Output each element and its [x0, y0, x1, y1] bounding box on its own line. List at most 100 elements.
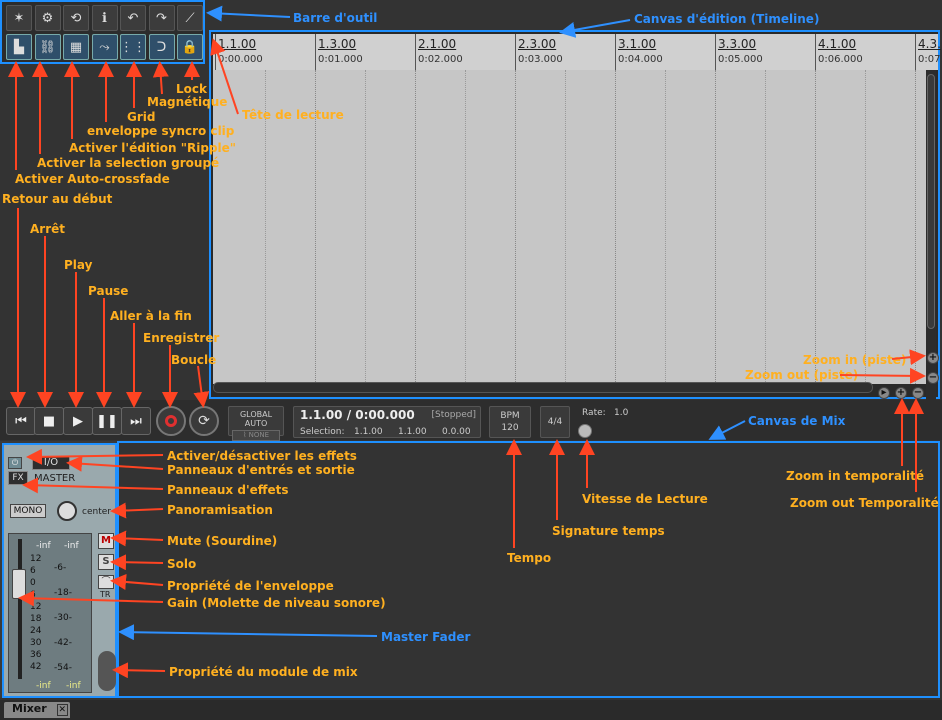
toolbar-button-auto-crossfade[interactable]: ▙	[6, 34, 32, 60]
toolbar-button-new-item[interactable]: ✶	[6, 5, 32, 31]
fx-button[interactable]: FX	[8, 471, 28, 485]
meter-scale-label: 0	[30, 578, 36, 588]
toolbar-button-grid[interactable]: ⋮⋮	[120, 34, 146, 60]
annotation-fx-toggle: Activer/désactiver les effets	[167, 449, 357, 463]
toolbar-button-loop-item[interactable]: ⟲	[63, 5, 89, 31]
toolbar-button-envelope-sync[interactable]: ⤳	[91, 34, 118, 60]
selection-label: Selection:	[300, 427, 345, 437]
mixer-tab[interactable]: Mixer ✕	[4, 702, 70, 718]
position-panel[interactable]: 1.1.00 / 0:00.000 [Stopped] Selection: 1…	[293, 406, 481, 438]
time-signature-panel[interactable]: 4/4	[540, 406, 570, 438]
vertical-scrollbar[interactable]	[926, 70, 936, 400]
mono-label: MONO	[13, 506, 43, 516]
loop-icon: ⟳	[198, 413, 210, 429]
toolbar-button-lock[interactable]: 🔒	[177, 34, 203, 60]
annotation-envelope-sync: enveloppe syncro clip	[87, 124, 235, 138]
item-settings-icon: ⚙	[41, 10, 54, 26]
annotation-fx-panel: Panneaux d'effets	[167, 483, 289, 497]
undo-red-icon: ↶	[127, 10, 139, 26]
pause-icon: ❚❚	[96, 413, 118, 429]
fx-toggle-button[interactable]: ⏻	[8, 457, 22, 469]
envelope-button[interactable]: ⌒	[98, 575, 114, 589]
auto-crossfade-icon: ▙	[14, 39, 24, 55]
annotation-io-panel: Panneaux d'entrés et sortie	[167, 463, 355, 477]
ruler-time-label: 0:01.000	[318, 54, 363, 65]
io-button[interactable]: I/O	[32, 456, 70, 470]
meter-scale-label: -42-	[54, 638, 72, 648]
global-auto-panel[interactable]: GLOBAL AUTO ⌇ NONE	[228, 406, 284, 441]
pan-knob[interactable]	[57, 501, 77, 521]
ruler-bar-label: 2.3.00	[518, 37, 557, 51]
selection-start[interactable]: 1.1.00	[354, 427, 383, 437]
record-button[interactable]	[156, 406, 186, 436]
annotation-loop: Boucle	[171, 353, 217, 367]
ruler-bar-label: 2.1.00	[418, 37, 457, 51]
annotation-mute: Mute (Sourdine)	[167, 534, 278, 548]
toolbar-button-snap[interactable]: ᑐ	[148, 34, 175, 60]
annotation-tempo: Tempo	[507, 551, 552, 565]
annotation-master-fader: Master Fader	[381, 630, 471, 644]
meter-scale-label: 12	[30, 602, 42, 612]
toolbar-button-group-selection[interactable]: ⛓	[34, 34, 61, 60]
playrate-panel[interactable]: Rate: 1.0	[578, 406, 636, 422]
toolbar-button-undo-red[interactable]: ↶	[120, 5, 146, 31]
envelope-icon: ⌒	[101, 577, 111, 587]
annotation-snap: Magnétique	[147, 95, 228, 109]
ruler-time-label: 0:03.000	[518, 54, 563, 65]
grid-line	[915, 70, 916, 384]
toolbar-button-ramp[interactable]: ⟋	[177, 5, 203, 31]
global-auto-label: GLOBAL AUTO	[239, 410, 273, 428]
ruler-tick: 1.1.00 0:00.000	[215, 34, 263, 70]
gain-fader-handle[interactable]	[12, 569, 26, 599]
annotation-zoom-in-time: Zoom in temporalité	[786, 469, 925, 483]
zoom-out-time-button[interactable]: −	[912, 387, 924, 399]
annotation-pause: Pause	[88, 284, 129, 298]
meter-right-peak: -inf	[64, 541, 79, 551]
zoom-in-track-button[interactable]: +	[927, 352, 939, 364]
annotation-playhead: Tête de lecture	[242, 108, 344, 122]
close-icon[interactable]: ✕	[56, 704, 69, 716]
toolbar-button-item-settings[interactable]: ⚙	[34, 5, 61, 31]
annotation-go-start: Retour au début	[2, 192, 113, 206]
meter-scale-label: 18	[30, 614, 42, 624]
tempo-panel[interactable]: BPM 120	[489, 406, 531, 438]
loop-button[interactable]: ⟳	[189, 406, 219, 436]
toolbar-button-redo-green[interactable]: ↷	[148, 5, 175, 31]
annotation-go-end: Aller à la fin	[110, 309, 192, 323]
arrow-toolbar	[206, 5, 291, 22]
play-button[interactable]: ▶	[63, 407, 93, 435]
annotation-solo: Solo	[167, 557, 197, 571]
grid-line	[765, 70, 766, 384]
scroll-right-button[interactable]: ▸	[878, 387, 890, 399]
go-to-start-button[interactable]: ⏮	[6, 407, 36, 435]
ruler-tick: 4.1.00 0:06.000	[815, 34, 863, 70]
position-readout: 1.1.00 / 0:00.000	[300, 408, 415, 422]
mono-button[interactable]: MONO	[10, 504, 46, 518]
envelope-sync-icon: ⤳	[99, 39, 110, 55]
playrate-knob[interactable]	[578, 424, 592, 438]
ramp-icon: ⟋	[185, 10, 195, 26]
annotation-timeline: Canvas d'édition (Timeline)	[634, 12, 820, 26]
record-icon	[165, 415, 177, 427]
toolbar-button-item-info[interactable]: ℹ	[91, 5, 118, 31]
go-to-end-button[interactable]: ⏭	[121, 407, 151, 435]
automation-mode[interactable]: ⌇ NONE	[232, 430, 280, 441]
horizontal-scrollbar[interactable]	[213, 382, 873, 393]
annotation-mix-prop: Propriété du module de mix	[169, 665, 358, 679]
selection-length[interactable]: 0.0.00	[442, 427, 471, 437]
zoom-out-track-button[interactable]: −	[927, 372, 939, 384]
solo-button[interactable]: S	[98, 554, 114, 570]
annotation-record: Enregistrer	[143, 331, 220, 345]
gain-fader-track[interactable]	[18, 539, 22, 679]
zoom-in-time-button[interactable]: +	[895, 387, 907, 399]
meter-scale-label: 24	[30, 626, 42, 636]
toolbar-button-ripple-edit[interactable]: ▦	[63, 34, 89, 60]
selection-end[interactable]: 1.1.00	[398, 427, 427, 437]
mute-button[interactable]: M	[98, 533, 114, 549]
mixer-properties-button[interactable]	[98, 651, 116, 691]
snap-icon: ᑐ	[156, 39, 167, 55]
pause-button[interactable]: ❚❚	[92, 407, 122, 435]
annotation-zoom-out-time: Zoom out Temporalité	[790, 496, 939, 510]
timeline-ruler[interactable]: 1.1.00 0:00.000 1.3.00 0:01.000 2.1.00 0:02.0…	[213, 34, 942, 70]
stop-button[interactable]: ■	[34, 407, 64, 435]
